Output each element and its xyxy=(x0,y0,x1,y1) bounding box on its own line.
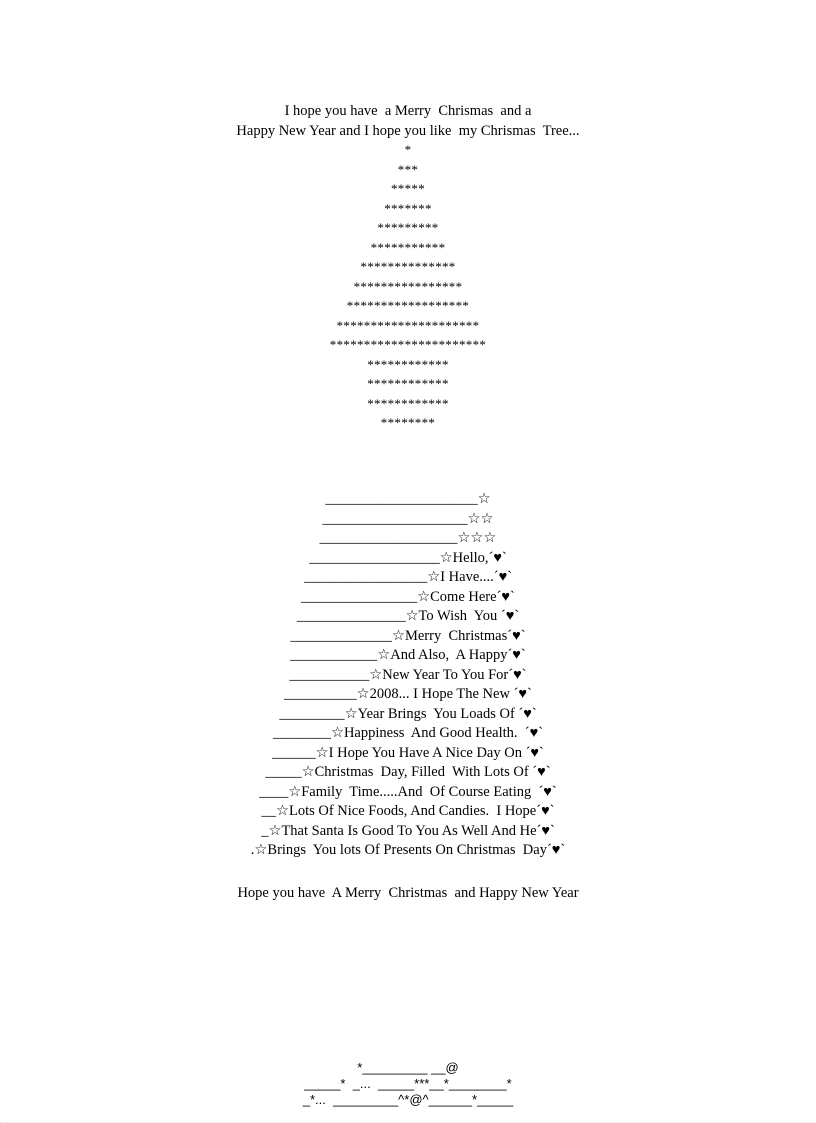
intro-line: Happy New Year and I hope you like my Ch… xyxy=(236,123,580,139)
tree-row: *** xyxy=(397,161,419,177)
tree-row: ********* xyxy=(377,220,439,235)
tree-row: * xyxy=(404,142,412,157)
star-tree-row: __________________☆Hello,´♥` xyxy=(309,549,507,566)
star-tree-row: ______☆I Hope You Have A Nice Day On ´♥` xyxy=(272,744,544,761)
tree-row: *********************** xyxy=(329,337,487,352)
closing-text: Hope you have A Merry Christmas and Happ… xyxy=(0,884,816,904)
intro-text: I hope you have a Merry Chrismas and a H… xyxy=(0,101,816,141)
intro-line: I hope you have a Merry Chrismas and a xyxy=(284,103,532,119)
star-tree-row: _________☆Year Brings You Loads Of ´♥` xyxy=(279,705,537,722)
tree-row: ************ xyxy=(367,356,449,372)
star-tree-row: ____________________☆☆ xyxy=(322,510,494,527)
star-tree-row: ________☆Happiness And Good Health. ´♥` xyxy=(272,725,544,741)
star-tree-row: __☆Lots Of Nice Foods, And Candies. I Ho… xyxy=(261,803,555,819)
tree-row: ************** xyxy=(360,259,456,274)
footer-art-row: *_________ __@ xyxy=(357,1060,459,1075)
star-tree-row: _____☆Christmas Day, Filled With Lots Of… xyxy=(265,764,551,780)
tree-row: ********************* xyxy=(336,317,480,333)
star-tree-row: ________________☆Come Here´♥` xyxy=(301,588,515,605)
tree-row: ************ xyxy=(367,376,449,391)
footer-art-row: _*... _________^*@^______*_____ xyxy=(302,1092,514,1107)
star-tree-row: ___________________☆☆☆ xyxy=(319,530,497,546)
star-tree-row: ____☆Family Time.....And Of Course Eatin… xyxy=(259,783,557,800)
tree-row: ************ xyxy=(367,395,449,411)
star-tree-row: .☆Brings You lots Of Presents On Christm… xyxy=(250,842,566,858)
tree-row: ******* xyxy=(384,200,432,216)
star-message-tree: _____________________☆ __________________… xyxy=(0,490,816,861)
asterisk-tree: * *** ***** ******* ********* *********** ****… xyxy=(0,140,816,433)
star-tree-row: __________☆2008... I Hope The New ´♥` xyxy=(284,686,532,702)
star-tree-row: ___________☆New Year To You For´♥` xyxy=(289,666,527,683)
tree-row: *********** xyxy=(370,239,446,255)
star-tree-row: _____________________☆ xyxy=(325,491,491,507)
footer-art-row: _____* _... _____***__*________* xyxy=(304,1076,512,1091)
closing-line: Hope you have A Merry Christmas and Happ… xyxy=(237,885,579,901)
star-tree-row: _☆That Santa Is Good To You As Well And … xyxy=(261,822,555,839)
star-tree-row: ____________☆And Also, A Happy´♥` xyxy=(290,647,526,663)
tree-row: ***** xyxy=(391,181,425,196)
star-tree-row: _________________☆I Have....´♥` xyxy=(303,569,513,585)
tree-row: **************** xyxy=(353,278,463,294)
star-tree-row: _______________☆To Wish You ´♥` xyxy=(296,608,520,624)
star-tree-row: ______________☆Merry Christmas´♥` xyxy=(290,627,526,644)
tree-row: ****************** xyxy=(346,298,470,313)
tree-row: ******** xyxy=(380,415,436,430)
footer-ascii-art: *_________ __@ _____* _... _____***__*___… xyxy=(0,1060,816,1108)
